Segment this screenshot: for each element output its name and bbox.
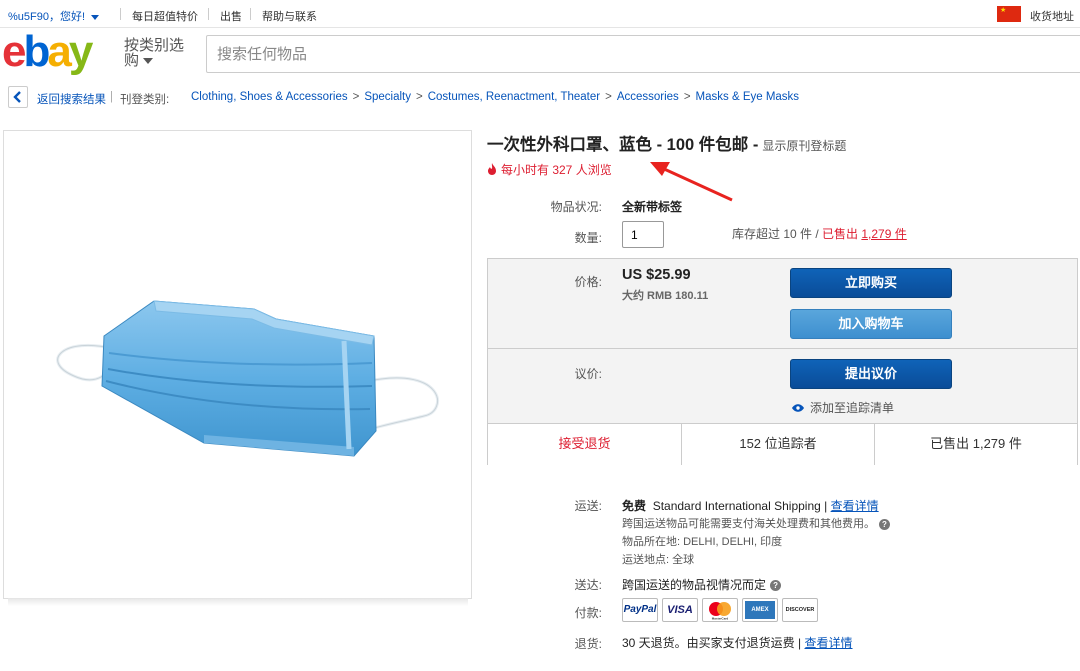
price-value: US $25.99	[622, 267, 691, 283]
ebay-logo[interactable]: ebay	[2, 27, 114, 78]
breadcrumb-item[interactable]: Costumes, Reenactment, Theater	[428, 91, 600, 103]
amex-icon: AMEX	[742, 598, 778, 622]
top-nav-bar: %u5F90，您好! 每日超值特价 出售 帮助与联系 ★ 收货地址	[0, 0, 1080, 28]
help-icon[interactable]: ?	[770, 580, 782, 592]
breadcrumb-item[interactable]: Specialty	[364, 91, 411, 103]
breadcrumb-item[interactable]: Clothing, Shoes & Accessories	[191, 91, 348, 103]
sold-count-link[interactable]: 1,279 件	[861, 227, 906, 241]
returns-accepted: 接受退货	[488, 424, 681, 465]
search-input[interactable]	[207, 36, 1080, 72]
quantity-label: 数量:	[574, 231, 602, 245]
china-flag-icon[interactable]: ★	[997, 6, 1021, 22]
returns-policy: 30 天退货。由买家支付退货运费 | 查看详情	[622, 636, 853, 650]
delivery-label: 送达:	[574, 578, 602, 592]
sell-link[interactable]: 出售	[220, 8, 242, 24]
ships-to: 运送地点: 全球	[622, 554, 695, 566]
breadcrumb: Clothing, Shoes & Accessories > Specialty >…	[191, 91, 800, 103]
chevron-left-icon	[13, 91, 21, 103]
divider	[681, 424, 682, 465]
returns-label: 退货:	[574, 637, 602, 651]
stock-info: 库存超过 10 件 / 已售出 1,279 件	[732, 227, 907, 241]
paypal-icon: PayPal	[622, 598, 658, 622]
listed-in-label: 刊登类别:	[120, 94, 170, 106]
search-box[interactable]	[206, 35, 1080, 73]
eye-icon	[792, 404, 804, 412]
back-to-results-link[interactable]: 返回搜索结果	[37, 91, 106, 107]
chevron-down-icon	[143, 58, 154, 65]
ebay-logo-icon: ebay	[2, 27, 97, 76]
mastercard-icon: MasterCard	[702, 598, 738, 622]
returns-details-link[interactable]: 查看详情	[804, 636, 852, 650]
buy-now-button[interactable]: 立即购买	[790, 268, 952, 298]
viewers-per-hour: 每小时有 327 人浏览	[487, 161, 612, 178]
svg-text:ebay: ebay	[2, 28, 94, 76]
condition-label: 物品状况:	[550, 200, 602, 214]
sold-count: 已售出 1,279 件	[875, 424, 1077, 465]
sold-label: 已售出	[822, 227, 862, 241]
show-original-title-link[interactable]: 显示原刊登标题	[762, 139, 846, 153]
visa-icon: VISA	[662, 598, 698, 622]
ship-to-link[interactable]: 收货地址	[1030, 8, 1074, 24]
divider	[874, 424, 875, 465]
divider	[120, 8, 121, 20]
discover-icon: DISCOVER	[782, 598, 818, 622]
divider	[250, 8, 251, 20]
price-label: 价格:	[574, 275, 602, 289]
customs-note: 跨国运送物品可能需要支付海关处理费和其他费用。?	[622, 515, 890, 531]
svg-text:MasterCard: MasterCard	[712, 617, 729, 621]
item-location: 物品所在地: DELHI, DELHI, 印度	[622, 536, 783, 548]
quantity-input[interactable]	[623, 222, 663, 247]
add-to-watchlist-link[interactable]: 添加至追踪清单	[792, 399, 894, 416]
chevron-down-icon	[91, 14, 100, 20]
divider	[208, 8, 209, 20]
make-offer-button[interactable]: 提出议价	[790, 359, 952, 389]
daily-deals-link[interactable]: 每日超值特价	[132, 8, 198, 24]
shipping-label: 运送:	[574, 499, 602, 513]
divider	[488, 348, 1077, 349]
user-greeting[interactable]: %u5F90，您好!	[8, 8, 100, 24]
shop-by-category-button[interactable]: 按类别选购	[124, 38, 194, 68]
flame-icon	[488, 163, 496, 175]
quantity-field[interactable]	[622, 221, 664, 248]
back-button[interactable]	[8, 86, 28, 108]
watchers-count: 152 位追踪者	[682, 424, 874, 465]
surgical-mask-image	[56, 300, 439, 457]
divider: |	[110, 91, 113, 103]
add-to-cart-button[interactable]: 加入购物车	[790, 309, 952, 339]
approx-price: 大约 RMB 180.11	[622, 290, 709, 302]
breadcrumb-item[interactable]: Masks & Eye Masks	[696, 91, 800, 103]
breadcrumb-item[interactable]: Accessories	[617, 91, 679, 103]
shipping-details-link[interactable]: 查看详情	[831, 499, 879, 513]
condition-value: 全新带标签	[622, 200, 683, 214]
delivery-value: 跨国运送的物品视情况而定?	[622, 576, 782, 593]
help-icon[interactable]: ?	[879, 518, 890, 530]
image-shadow	[8, 598, 468, 606]
product-image[interactable]	[3, 130, 472, 599]
offer-label: 议价:	[574, 367, 602, 381]
shipping-info: 免费 Standard International Shipping | 查看详…	[622, 499, 879, 513]
payment-label: 付款:	[574, 606, 602, 620]
item-title: 一次性外科口罩、蓝色 - 100 件包邮 - 显示原刊登标题	[487, 136, 847, 154]
help-contact-link[interactable]: 帮助与联系	[262, 8, 317, 24]
